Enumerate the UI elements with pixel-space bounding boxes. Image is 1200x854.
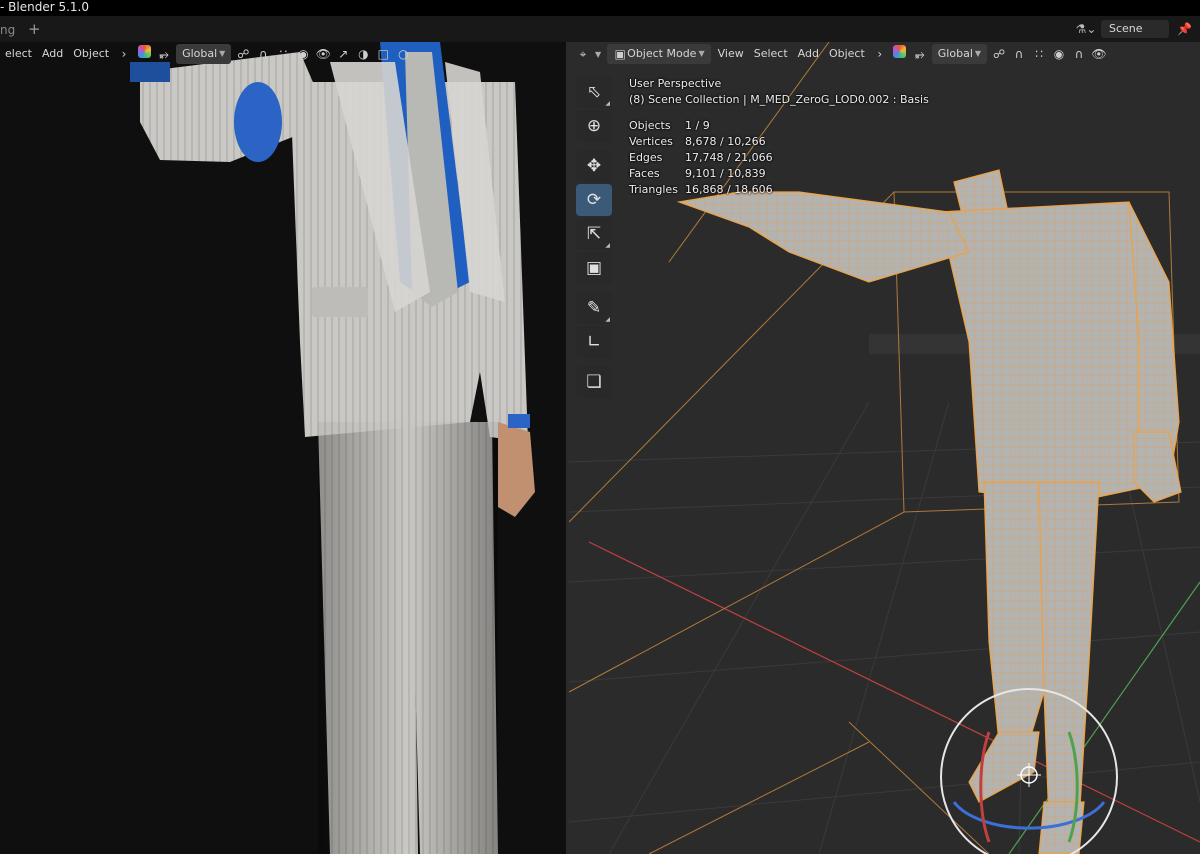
pin-icon[interactable]: 📌: [1177, 22, 1192, 36]
menu-add[interactable]: Add: [37, 44, 68, 64]
left-viewport[interactable]: elect Add Object › ⥵ Global ▼ ☍ ∩ ∷ ◉ 👁 …: [0, 42, 566, 854]
stat-label: Vertices: [629, 135, 673, 148]
visibility-icon[interactable]: 👁: [313, 44, 333, 64]
rotate-icon[interactable]: ⟳: [576, 184, 612, 216]
menu-object[interactable]: Object: [824, 44, 870, 64]
stat-label: Edges: [629, 151, 663, 164]
stat-value: 16,868 / 18,606: [685, 183, 773, 196]
annotate-icon[interactable]: ✎ ◢: [576, 292, 612, 324]
stat-vertices: Vertices 8,678 / 10,266: [629, 134, 929, 150]
gizmo-icon[interactable]: ↗: [333, 44, 353, 64]
falloff-icon[interactable]: ∩: [1069, 44, 1089, 64]
chevron-down-icon: ▼: [974, 49, 982, 58]
scale-icon[interactable]: ⇱ ◢: [576, 218, 612, 250]
transform-orientation-dropdown[interactable]: Global ▼: [931, 44, 988, 64]
right-viewport-header: ⌖ ▼ ▣ Object Mode ▼ View Select Add Obje…: [573, 42, 1109, 66]
chevron-down-icon: ▼: [219, 49, 226, 58]
transform-orientation-label: Global: [937, 47, 973, 60]
right-viewport[interactable]: ⌖ ▼ ▣ Object Mode ▼ View Select Add Obje…: [569, 42, 1200, 854]
stat-triangles: Triangles 16,868 / 18,606: [629, 182, 929, 198]
stat-value: 1 / 9: [685, 119, 710, 132]
proportional-edit-icon[interactable]: ◉: [1049, 44, 1069, 64]
transform-orientation-icon: ⥵: [914, 47, 925, 61]
collection-label: (8) Scene Collection | M_MED_ZeroG_LOD0.…: [629, 93, 929, 106]
object-mode-icon: ▣: [614, 47, 626, 61]
chevron-right-icon[interactable]: ›: [114, 44, 134, 64]
transform-orientation-label: Global: [182, 47, 218, 60]
workspace-tab[interactable]: ng: [0, 20, 15, 40]
workspace-tab-bar: ng +: [0, 16, 1200, 42]
transform-orientation-dropdown[interactable]: Global ▼: [176, 44, 232, 64]
menu-select[interactable]: elect: [0, 44, 37, 64]
stat-edges: Edges 17,748 / 21,066: [629, 150, 929, 166]
chevron-down-icon: ▼: [698, 49, 705, 58]
shading-wire-icon[interactable]: ○: [393, 44, 413, 64]
window-title: - Blender 5.1.0: [0, 0, 89, 14]
visibility-icon[interactable]: 👁: [1089, 44, 1109, 64]
scene-selector: ⚗⌄ Scene 📌: [1075, 16, 1200, 42]
scene-statistics: Objects 1 / 9 Vertices 8,678 / 10,266 Ed…: [629, 118, 929, 198]
add-workspace-button[interactable]: +: [28, 19, 41, 39]
left-viewport-header: elect Add Object › ⥵ Global ▼ ☍ ∩ ∷ ◉ 👁 …: [0, 42, 413, 66]
xray-icon[interactable]: □: [373, 44, 393, 64]
stat-objects: Objects 1 / 9: [629, 118, 929, 134]
chevron-right-icon[interactable]: ›: [870, 44, 890, 64]
menu-select[interactable]: Select: [749, 44, 793, 64]
move-icon[interactable]: ✥: [576, 150, 612, 182]
stat-value: 9,101 / 10,839: [685, 167, 766, 180]
object-color-icon[interactable]: [890, 44, 910, 64]
stat-value: 17,748 / 21,066: [685, 151, 773, 164]
cursor-icon[interactable]: ⊕: [576, 110, 612, 142]
stat-faces: Faces 9,101 / 10,839: [629, 166, 929, 182]
select-box-icon[interactable]: ⬁ ◢: [576, 76, 612, 108]
measure-icon[interactable]: ∟: [576, 326, 612, 358]
snap-target-icon[interactable]: ∷: [1029, 44, 1049, 64]
mode-dropdown[interactable]: ▣ Object Mode ▼: [607, 44, 711, 64]
editor-type-icon[interactable]: ⌖: [573, 44, 593, 64]
view-perspective-label: User Perspective: [629, 77, 722, 90]
snap-target-icon[interactable]: ∷: [273, 44, 293, 64]
menu-view[interactable]: View: [713, 44, 749, 64]
overlay-icon[interactable]: ◑: [353, 44, 373, 64]
snap-icon[interactable]: ∩: [1009, 44, 1029, 64]
proportional-edit-icon[interactable]: ◉: [293, 44, 313, 64]
rendered-character: [130, 42, 535, 854]
chevron-down-icon: ▼: [595, 49, 602, 59]
add-cube-icon[interactable]: ❏: [576, 366, 612, 398]
object-color-icon[interactable]: [134, 44, 154, 64]
snap-icon[interactable]: ∩: [253, 44, 273, 64]
title-bar: - Blender 5.1.0: [0, 0, 1200, 16]
transform-orientation-icon: ⥵: [159, 47, 169, 61]
menu-object[interactable]: Object: [68, 44, 114, 64]
menu-add[interactable]: Add: [793, 44, 824, 64]
stat-label: Triangles: [629, 183, 678, 196]
viewport-overlay-info: User Perspective (8) Scene Collection | …: [629, 76, 929, 198]
scene-icon[interactable]: ⚗⌄: [1075, 22, 1097, 36]
tool-shelf: ⬁ ◢ ⊕ ✥ ⟳ ⇱ ◢ ▣ ✎ ◢ ∟ ❏: [576, 76, 614, 400]
transform-icon[interactable]: ▣: [576, 252, 612, 284]
stat-label: Faces: [629, 167, 660, 180]
pivot-icon[interactable]: ☍: [233, 44, 253, 64]
scene-name-field[interactable]: Scene: [1101, 20, 1169, 38]
pivot-icon[interactable]: ☍: [989, 44, 1009, 64]
stat-label: Objects: [629, 119, 671, 132]
stat-value: 8,678 / 10,266: [685, 135, 766, 148]
mode-label: Object Mode: [627, 47, 697, 60]
